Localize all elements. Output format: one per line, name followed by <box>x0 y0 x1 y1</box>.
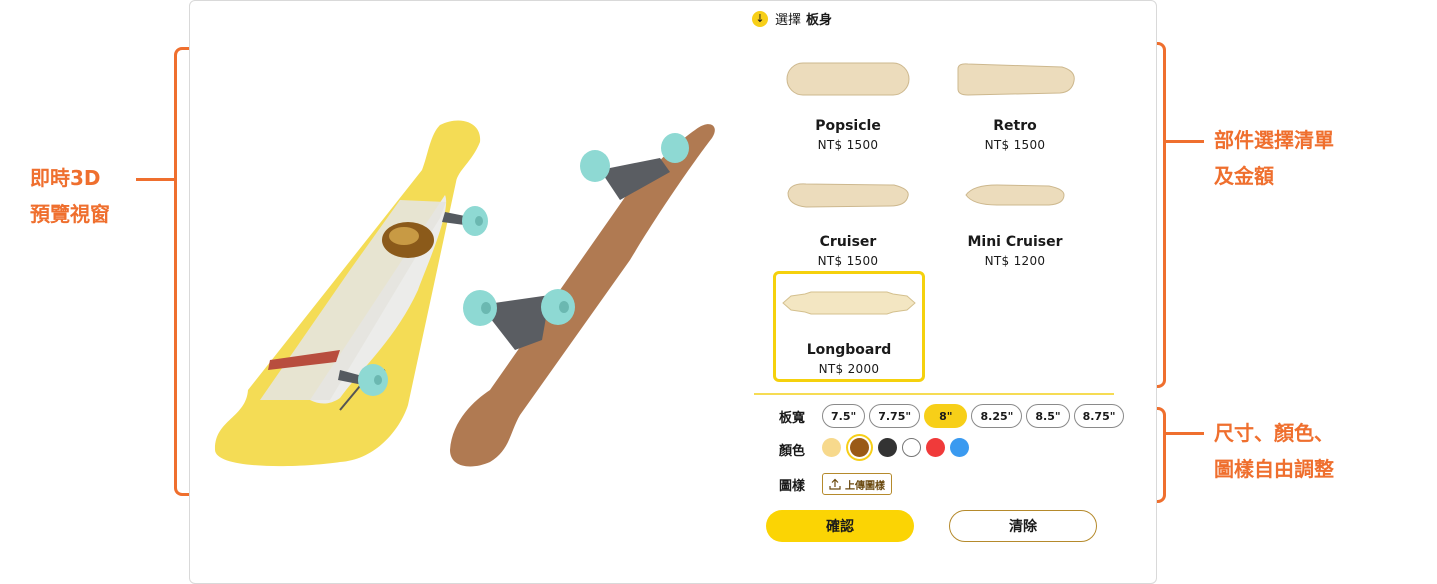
upload-pattern-button[interactable]: 上傳圖樣 <box>822 473 892 495</box>
annotation-text: 預覽視窗 <box>30 202 110 226</box>
annotation-text: 圖樣自由調整 <box>1214 457 1334 481</box>
skateboard-3d-preview[interactable] <box>190 100 730 480</box>
color-swatch[interactable] <box>926 438 945 457</box>
annotation-options-label: 尺寸、顏色、 圖樣自由調整 <box>1214 415 1334 487</box>
deck-option-longboard[interactable]: Longboard NT$ 2000 <box>773 271 925 382</box>
annotation-connector <box>1166 140 1204 143</box>
longboard-top-view <box>214 120 481 467</box>
color-label: 顏色 <box>779 444 806 459</box>
clear-button[interactable]: 清除 <box>949 510 1097 542</box>
deck-price: NT$ 1500 <box>984 138 1046 152</box>
size-chip[interactable]: 7.75" <box>869 404 921 428</box>
deck-price: NT$ 1200 <box>984 254 1046 268</box>
deck-thumbnail <box>940 166 1090 224</box>
deck-price: NT$ 1500 <box>817 138 879 152</box>
annotation-text: 尺寸、顏色、 <box>1214 421 1334 445</box>
deck-option-cruiser[interactable]: Cruiser NT$ 1500 <box>773 166 923 268</box>
color-swatch[interactable] <box>822 438 841 457</box>
deck-option-popsicle[interactable]: Popsicle NT$ 1500 <box>773 50 923 152</box>
pattern-label: 圖樣 <box>779 479 806 494</box>
deck-price: NT$ 1500 <box>817 254 879 268</box>
upload-icon <box>829 478 841 490</box>
annotation-preview-label: 即時3D 預覽視窗 <box>30 160 110 232</box>
deck-name: Popsicle <box>815 118 881 134</box>
annotation-text: 及金額 <box>1214 164 1274 188</box>
upload-pattern-label: 上傳圖樣 <box>845 480 885 492</box>
annotation-parts-label: 部件選擇清單 及金額 <box>1214 122 1334 194</box>
color-selector <box>822 438 969 457</box>
longboard-bottom-view <box>450 124 715 467</box>
panel-heading: ↓ 選擇 板身 <box>752 9 832 28</box>
deck-thumbnail <box>776 274 922 332</box>
arrow-down-circle-icon: ↓ <box>752 10 768 27</box>
color-swatch[interactable] <box>950 438 969 457</box>
width-selector: 7.5" 7.75" 8" 8.25" 8.5" 8.75" <box>822 404 1125 428</box>
heading-prefix: 選擇 <box>775 13 802 28</box>
color-swatch-selected[interactable] <box>850 438 869 457</box>
annotation-connector <box>136 178 174 181</box>
deck-thumbnail <box>940 50 1090 108</box>
deck-name: Retro <box>993 118 1037 134</box>
deck-thumbnail <box>773 166 923 224</box>
size-chip[interactable]: 8.75" <box>1073 404 1125 428</box>
size-chip[interactable]: 8.5" <box>1026 404 1070 428</box>
color-swatch[interactable] <box>902 438 921 457</box>
deck-price: NT$ 2000 <box>818 362 880 376</box>
deck-name: Cruiser <box>819 234 877 250</box>
section-divider <box>754 393 1114 395</box>
confirm-button[interactable]: 確認 <box>766 510 914 542</box>
size-chip[interactable]: 8.25" <box>971 404 1023 428</box>
size-chip[interactable]: 7.5" <box>822 404 866 428</box>
heading-part: 板身 <box>806 13 833 28</box>
annotation-connector <box>1166 432 1204 435</box>
deck-thumbnail <box>773 50 923 108</box>
annotation-text: 即時3D <box>30 166 101 190</box>
width-label: 板寬 <box>779 411 806 426</box>
deck-option-mini-cruiser[interactable]: Mini Cruiser NT$ 1200 <box>940 166 1090 268</box>
annotation-text: 部件選擇清單 <box>1214 128 1334 152</box>
deck-name: Longboard <box>806 342 892 358</box>
deck-option-retro[interactable]: Retro NT$ 1500 <box>940 50 1090 152</box>
size-chip-selected[interactable]: 8" <box>924 404 968 428</box>
color-swatch[interactable] <box>878 438 897 457</box>
deck-name: Mini Cruiser <box>967 234 1063 250</box>
